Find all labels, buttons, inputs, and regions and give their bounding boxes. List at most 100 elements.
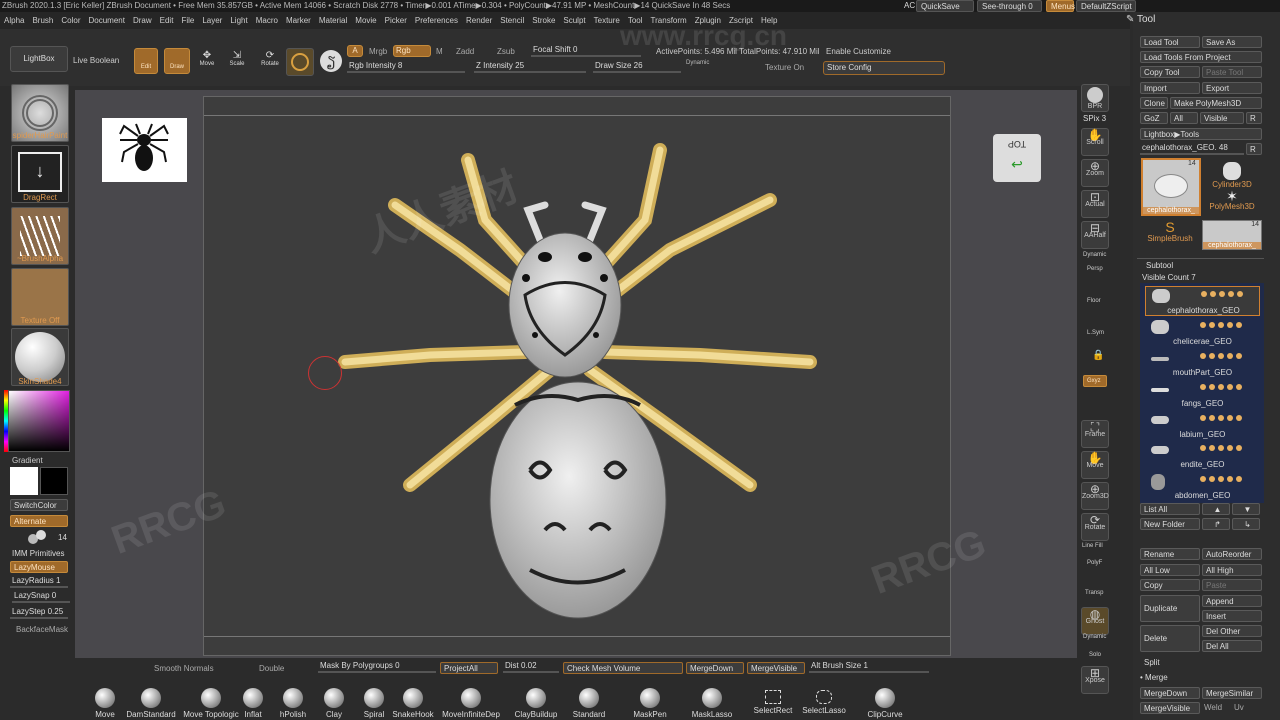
see-through-slider[interactable]: See-through 0 <box>977 0 1042 12</box>
merge-visible-button[interactable]: MergeVisible <box>747 662 805 674</box>
lightbox-tools-button[interactable]: Lightbox▶Tools <box>1140 128 1262 140</box>
gradient-label[interactable]: Gradient <box>12 456 43 465</box>
menu-texture[interactable]: Texture <box>594 16 620 25</box>
menu-render[interactable]: Render <box>466 16 492 25</box>
spix-slider[interactable]: SPix 3 <box>1083 114 1106 123</box>
all-low-button[interactable]: All Low <box>1140 564 1200 576</box>
copy-subtool-button[interactable]: Copy <box>1140 579 1200 591</box>
navigation-cube[interactable]: TOP ↩ <box>993 134 1041 182</box>
merge-down-tool-button[interactable]: MergeDown <box>1140 687 1200 699</box>
paste-tool-button[interactable]: Paste Tool <box>1202 66 1262 78</box>
current-tool-slider[interactable]: cephalothorax_GEO. 48 <box>1140 143 1244 155</box>
current-tool-r-button[interactable]: R <box>1246 143 1262 155</box>
all-high-button[interactable]: All High <box>1202 564 1262 576</box>
z-intensity-slider[interactable]: Z Intensity 25 <box>474 61 586 73</box>
mrgb-toggle[interactable]: Mrgb <box>369 47 387 56</box>
smooth-normals-toggle[interactable]: Smooth Normals <box>154 664 214 673</box>
double-toggle[interactable]: Double <box>259 664 284 673</box>
persp-toggle[interactable]: Persp <box>1087 266 1103 272</box>
brush-maskpen[interactable]: MaskPen <box>620 674 680 720</box>
save-as-button[interactable]: Save As <box>1202 36 1262 48</box>
dynamic-persp-toggle[interactable]: Dynamic <box>1083 252 1106 258</box>
scroll-button[interactable]: ✋ Scroll <box>1081 128 1109 156</box>
menu-preferences[interactable]: Preferences <box>415 16 458 25</box>
quicksave-button[interactable]: QuickSave <box>916 0 974 12</box>
switch-color-button[interactable]: SwitchColor <box>10 499 68 511</box>
subtool-item-3[interactable]: mouthPart_GEO <box>1145 349 1260 379</box>
new-folder-button[interactable]: New Folder <box>1140 518 1200 530</box>
paste-subtool-button[interactable]: Paste <box>1202 579 1262 591</box>
lightbox-button[interactable]: LightBox <box>10 46 68 72</box>
split-header[interactable]: Split <box>1144 658 1160 667</box>
draw-size-slider[interactable]: Draw Size 26 <box>593 61 681 73</box>
menu-zplugin[interactable]: Zplugin <box>695 16 721 25</box>
color-circle-icon[interactable]: ຽ <box>320 50 342 72</box>
merge-header[interactable]: • Merge <box>1140 673 1168 682</box>
export-button[interactable]: Export <box>1202 82 1262 94</box>
menu-material[interactable]: Material <box>319 16 347 25</box>
brush-selectlasso[interactable]: SelectLasso <box>794 674 854 720</box>
subtool-item-7[interactable]: abdomen_GEO <box>1145 472 1260 502</box>
scale-mode-button[interactable]: ⇲ Scale <box>228 50 246 67</box>
menu-alpha[interactable]: Alpha <box>4 16 24 25</box>
brush-damstandard[interactable]: DamStandard <box>121 674 181 720</box>
visible-count-slider[interactable]: Visible Count 7 <box>1142 273 1196 282</box>
backface-mask-toggle[interactable]: BackfaceMask <box>16 625 68 634</box>
imm-primitives-icon[interactable] <box>28 530 48 546</box>
focal-shift-slider[interactable]: Focal Shift 0 <box>531 45 641 57</box>
a-toggle[interactable]: A <box>347 45 363 57</box>
auto-reorder-button[interactable]: AutoReorder <box>1202 548 1262 560</box>
folder-down-button[interactable]: ↳ <box>1232 518 1260 530</box>
delete-button[interactable]: Delete <box>1140 625 1200 652</box>
zadd-toggle[interactable]: Zadd <box>456 47 474 56</box>
color-picker[interactable] <box>8 390 70 452</box>
subtool-toggles[interactable] <box>1200 475 1260 483</box>
menus-button[interactable]: Menus <box>1046 0 1075 12</box>
zoom-button[interactable]: ⊕ Zoom <box>1081 159 1109 187</box>
frame-button[interactable]: ⛶ Frame <box>1081 420 1109 448</box>
goz-r-button[interactable]: R <box>1246 112 1262 124</box>
folder-up-button[interactable]: ↱ <box>1202 518 1230 530</box>
subtool-toggles[interactable] <box>1200 444 1260 452</box>
del-other-button[interactable]: Del Other <box>1202 625 1262 637</box>
menu-document[interactable]: Document <box>89 16 125 25</box>
lazymouse-button[interactable]: LazyMouse <box>10 561 68 573</box>
brush-masklasso[interactable]: MaskLasso <box>682 674 742 720</box>
subtool-item-5[interactable]: labium_GEO <box>1145 411 1260 441</box>
tool-thumb-cephalothorax-2[interactable]: 14 cephalothorax_ <box>1202 220 1262 250</box>
subtool-item-4[interactable]: fangs_GEO <box>1145 380 1260 410</box>
merge-down-button[interactable]: MergeDown <box>686 662 744 674</box>
lock-icon[interactable]: 🔒 <box>1092 350 1104 361</box>
subtool-toggles[interactable] <box>1200 321 1260 329</box>
menu-marker[interactable]: Marker <box>286 16 311 25</box>
uv-toggle[interactable]: Uv <box>1234 703 1244 712</box>
goz-button[interactable]: GoZ <box>1140 112 1168 124</box>
actual-button[interactable]: ⊡ Actual <box>1081 190 1109 218</box>
brush-snakehook[interactable]: SnakeHook <box>383 674 443 720</box>
polyf-toggle[interactable]: PolyF <box>1087 560 1102 566</box>
tool-thumb-simplebrush[interactable]: S SimpleBrush <box>1141 220 1199 243</box>
menu-color[interactable]: Color <box>61 16 80 25</box>
clone-button[interactable]: Clone <box>1140 97 1168 109</box>
menu-layer[interactable]: Layer <box>202 16 222 25</box>
rotate-mode-button[interactable]: ⟳ Rotate <box>259 50 281 67</box>
weld-toggle[interactable]: Weld <box>1204 703 1222 712</box>
brush-clipcurve[interactable]: ClipCurve <box>855 674 915 720</box>
alt-brush-size-slider[interactable]: Alt Brush Size 1 <box>809 661 929 673</box>
menu-stencil[interactable]: Stencil <box>500 16 524 25</box>
copy-tool-button[interactable]: Copy Tool <box>1140 66 1200 78</box>
move-view-button[interactable]: ✋ Move <box>1081 451 1109 479</box>
lazystep-slider[interactable]: LazyStep 0.25 <box>10 607 68 619</box>
rename-button[interactable]: Rename <box>1140 548 1200 560</box>
menu-sculpt[interactable]: Sculpt <box>563 16 585 25</box>
make-polymesh3d-button[interactable]: Make PolyMesh3D <box>1170 97 1262 109</box>
rotate-view-button[interactable]: ⟳ Rotate <box>1081 513 1109 541</box>
load-tools-from-project-button[interactable]: Load Tools From Project <box>1140 51 1262 63</box>
menu-light[interactable]: Light <box>230 16 247 25</box>
store-config-button[interactable]: Store Config <box>823 61 945 75</box>
menu-transform[interactable]: Transform <box>651 16 687 25</box>
goz-all-button[interactable]: All <box>1170 112 1198 124</box>
line-fill-toggle[interactable]: Line Fill <box>1082 543 1103 549</box>
menu-edit[interactable]: Edit <box>160 16 174 25</box>
menu-draw[interactable]: Draw <box>133 16 152 25</box>
